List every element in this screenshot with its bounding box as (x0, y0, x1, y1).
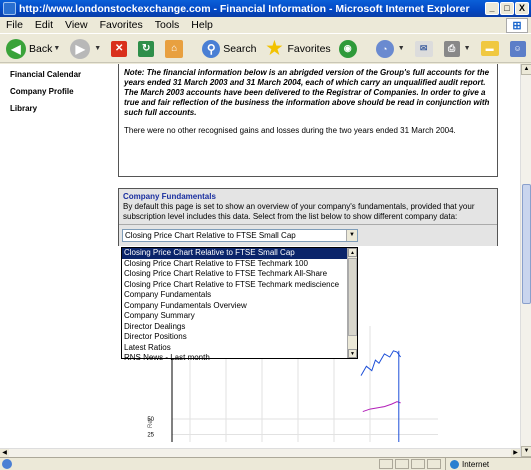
favorites-button[interactable]: ★ Favorites (262, 37, 334, 61)
page-scroll-down-icon[interactable]: ▼ (521, 446, 531, 457)
windows-logo-icon: ⊞ (506, 18, 528, 33)
messenger-button[interactable]: ☺ (507, 37, 531, 61)
page-status-icon (2, 459, 12, 469)
status-cell (379, 459, 393, 469)
search-button[interactable]: ⚲ Search (199, 37, 259, 61)
print-dropdown-icon[interactable]: ▼ (464, 45, 471, 52)
menu-bar: File Edit View Favorites Tools Help ⊞ (0, 17, 531, 34)
option-small-cap[interactable]: Closing Price Chart Relative to FTSE Sma… (122, 248, 348, 259)
globe-icon (450, 459, 459, 469)
back-label: Back (29, 42, 53, 55)
ie-page-icon (3, 2, 16, 15)
y-axis-label: Rel (148, 419, 154, 428)
back-button[interactable]: ◀ Back ▼ (3, 37, 65, 61)
zone-label: Internet (462, 459, 490, 469)
folder-button[interactable]: ▬ (478, 37, 505, 61)
folder-icon: ▬ (480, 41, 499, 56)
option-director-dealings[interactable]: Director Dealings (122, 322, 348, 333)
title-bar: http://www.londonstockexchange.com - Fin… (0, 0, 531, 17)
scroll-up-icon[interactable]: ▲ (348, 248, 357, 257)
menu-view[interactable]: View (59, 19, 94, 31)
print-button[interactable]: ⎙ ▼ (441, 37, 476, 61)
y-tick-label: 25 (147, 433, 154, 439)
messenger-icon: ☺ (509, 40, 526, 57)
scroll-down-icon[interactable]: ▼ (348, 349, 357, 358)
accounts-note: Note: The financial information below is… (124, 68, 490, 117)
company-data-select[interactable]: Closing Price Chart Relative to FTSE Sma… (122, 229, 358, 242)
nav-company-profile[interactable]: Company Profile (10, 87, 110, 96)
history-icon: ◔ (375, 39, 394, 58)
favorites-star-icon: ★ (266, 38, 283, 58)
option-company-fundamentals[interactable]: Company Fundamentals (122, 290, 348, 301)
status-cell (411, 459, 425, 469)
menu-help[interactable]: Help (185, 19, 219, 31)
list-scrollbar[interactable]: ▲ ▼ (347, 248, 357, 358)
option-latest-ratios[interactable]: Latest Ratios (122, 343, 348, 354)
option-company-summary[interactable]: Company Summary (122, 311, 348, 322)
page-vertical-scrollbar[interactable]: ▲ ▼ (520, 64, 531, 457)
menu-file[interactable]: File (0, 19, 29, 31)
printer-icon: ⎙ (443, 40, 460, 57)
home-icon: ⌂ (165, 39, 184, 58)
select-row: Closing Price Chart Relative to FTSE Sma… (119, 224, 497, 246)
page-content: Financial Calendar Company Profile Libra… (0, 64, 520, 457)
gains-losses-text: There were no other recognised gains and… (124, 126, 456, 135)
dropdown-list[interactable]: Closing Price Chart Relative to FTSE Sma… (121, 247, 358, 362)
status-cell (395, 459, 409, 469)
nav-financial-calendar[interactable]: Financial Calendar (10, 70, 110, 79)
financial-note-box: Note: The financial information below is… (118, 64, 498, 177)
history-dropdown-icon[interactable]: ▼ (398, 45, 405, 52)
toolbar: ◀ Back ▼ ▶ ▼ ✕ ↻ ⌂ ⚲ Search ★ Favorites … (0, 35, 531, 63)
media-button[interactable]: ◉ (336, 37, 363, 61)
fundamentals-description: By default this page is set to show an o… (123, 202, 475, 221)
chevron-down-icon[interactable]: ▼ (346, 230, 357, 241)
mail-icon: ✉ (414, 40, 433, 57)
minimize-button[interactable]: _ (485, 2, 499, 15)
menu-edit[interactable]: Edit (29, 19, 59, 31)
window-title: http://www.londonstockexchange.com - Fin… (19, 2, 470, 15)
forward-dropdown-icon[interactable]: ▼ (94, 45, 101, 52)
page-horizontal-scrollbar[interactable]: ◀ ▶ (0, 448, 520, 458)
back-dropdown-icon[interactable]: ▼ (53, 45, 60, 52)
home-button[interactable]: ⌂ (162, 37, 189, 61)
fundamentals-header: Company Fundamentals By default this pag… (119, 189, 497, 224)
media-icon: ◉ (338, 39, 357, 58)
refresh-button[interactable]: ↻ (135, 37, 160, 61)
option-fundamentals-overview[interactable]: Company Fundamentals Overview (122, 301, 348, 312)
status-cell (427, 459, 441, 469)
back-arrow-icon: ◀ (6, 38, 26, 59)
page-scroll-thumb[interactable] (522, 184, 531, 304)
nav-library[interactable]: Library (10, 104, 110, 113)
maximize-button[interactable]: □ (500, 2, 514, 15)
option-techmark-mediscience[interactable]: Closing Price Chart Relative to FTSE Tec… (122, 280, 348, 291)
list-scroll-thumb[interactable] (348, 258, 357, 336)
refresh-icon: ↻ (138, 40, 155, 57)
menu-tools[interactable]: Tools (149, 19, 186, 31)
option-rns-news[interactable]: RNS News - Last month (122, 353, 348, 364)
selected-option-text: Closing Price Chart Relative to FTSE Sma… (125, 231, 296, 240)
search-label: Search (223, 42, 257, 55)
history-button[interactable]: ◔ ▼ (373, 37, 410, 61)
close-button[interactable]: X (515, 2, 529, 15)
stop-icon: ✕ (111, 40, 128, 57)
page-scroll-up-icon[interactable]: ▲ (521, 64, 531, 75)
forward-arrow-icon: ▶ (70, 38, 91, 59)
status-bar: Internet (0, 457, 531, 470)
favorites-label: Favorites (287, 42, 331, 55)
search-icon: ⚲ (202, 39, 221, 58)
security-zone: Internet (445, 458, 529, 470)
option-techmark-100[interactable]: Closing Price Chart Relative to FTSE Tec… (122, 259, 348, 270)
side-navigation: Financial Calendar Company Profile Libra… (10, 70, 110, 121)
option-techmark-all-share[interactable]: Closing Price Chart Relative to FTSE Tec… (122, 269, 348, 280)
forward-button[interactable]: ▶ ▼ (67, 37, 106, 61)
mail-button[interactable]: ✉ (412, 37, 439, 61)
stop-button[interactable]: ✕ (108, 37, 133, 61)
fundamentals-title: Company Fundamentals (123, 192, 216, 201)
status-cells (379, 459, 441, 469)
option-director-positions[interactable]: Director Positions (122, 332, 348, 343)
menu-favorites[interactable]: Favorites (94, 19, 149, 31)
